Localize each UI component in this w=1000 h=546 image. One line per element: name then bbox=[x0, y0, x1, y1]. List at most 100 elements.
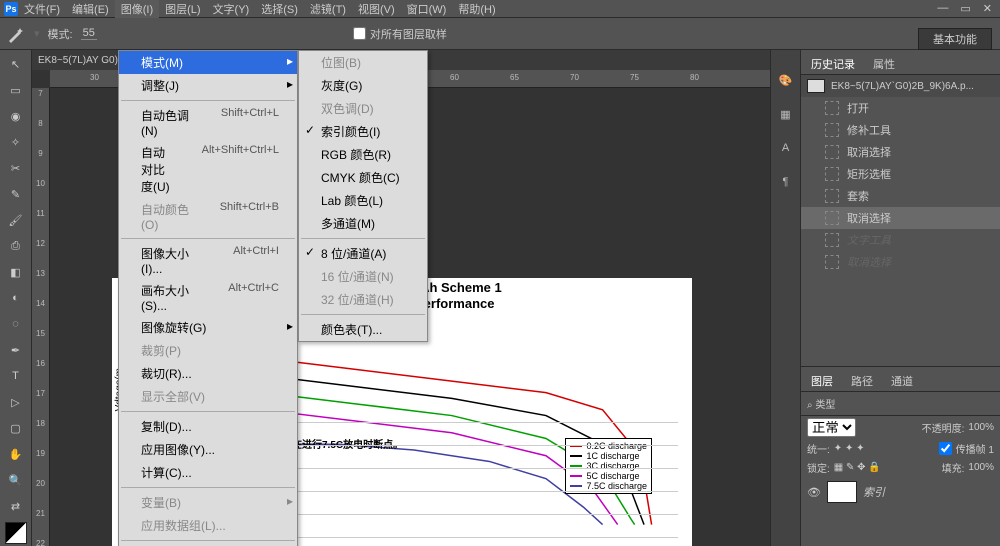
menuitem-auto-contrast[interactable]: 自动对比度(U)Alt+Shift+Ctrl+L bbox=[119, 141, 297, 198]
options-bar: ▾ 模式: 55 对所有图层取样 bbox=[0, 18, 1000, 50]
menuitem-grayscale[interactable]: 灰度(G) bbox=[299, 74, 427, 97]
menuitem-crop: 裁剪(P) bbox=[119, 339, 297, 362]
paragraph-panel-icon[interactable]: ¶ bbox=[776, 172, 796, 192]
menuitem-calculations[interactable]: 计算(C)... bbox=[119, 461, 297, 484]
brush-tool[interactable]: 🖌 bbox=[5, 210, 27, 230]
wand-tool[interactable]: ✧ bbox=[5, 132, 27, 152]
menuitem-duplicate[interactable]: 复制(D)... bbox=[119, 415, 297, 438]
color-panel-icon[interactable]: 🎨 bbox=[776, 70, 796, 90]
hand-tool[interactable]: ✋ bbox=[5, 444, 27, 464]
maximize-icon[interactable]: ▭ bbox=[960, 2, 970, 15]
menuitem-rgb-color[interactable]: RGB 颜色(R) bbox=[299, 143, 427, 166]
tab-properties[interactable]: 属性 bbox=[869, 54, 899, 74]
menuitem-auto-color: 自动颜色(O)Shift+Ctrl+B bbox=[119, 198, 297, 235]
lasso-tool[interactable]: ◉ bbox=[5, 106, 27, 126]
blend-mode-select[interactable]: 正常 bbox=[807, 418, 856, 437]
menu-file[interactable]: 文件(F) bbox=[18, 0, 66, 18]
character-panel-icon[interactable]: A bbox=[776, 138, 796, 158]
tab-history[interactable]: 历史记录 bbox=[807, 54, 859, 74]
menuitem-16bit: 16 位/通道(N) bbox=[299, 265, 427, 288]
zoom-tool[interactable]: 🔍 bbox=[5, 470, 27, 490]
propagate-frame-label: 传播帧 1 bbox=[956, 441, 994, 456]
collapsed-panels-strip: 🎨 ▦ A ¶ bbox=[770, 50, 800, 546]
propagate-frame-checkbox[interactable] bbox=[939, 442, 952, 455]
visibility-eye-icon[interactable]: 👁 bbox=[807, 486, 821, 499]
menuitem-apply-image[interactable]: 应用图像(Y)... bbox=[119, 438, 297, 461]
opacity-value[interactable]: 100% bbox=[968, 422, 994, 433]
menuitem-canvas-size[interactable]: 画布大小(S)...Alt+Ctrl+C bbox=[119, 279, 297, 316]
menuitem-apply-data-sets: 应用数据组(L)... bbox=[119, 514, 297, 537]
foreground-background-colors[interactable] bbox=[5, 522, 27, 544]
history-state[interactable]: 取消选择 bbox=[801, 207, 1000, 229]
menuitem-mode[interactable]: 模式(M) bbox=[119, 51, 297, 74]
tab-channels[interactable]: 通道 bbox=[887, 371, 917, 391]
snapshot-label: EK8~5(7L)AY`G0)2B_9K)6A.p... bbox=[831, 81, 974, 92]
menuitem-cmyk-color[interactable]: CMYK 颜色(C) bbox=[299, 166, 427, 189]
ruler-vertical[interactable]: 789101112131415161718192021222324 bbox=[32, 88, 50, 546]
pen-tool[interactable]: ✒ bbox=[5, 340, 27, 360]
eraser-tool[interactable]: ◧ bbox=[5, 262, 27, 282]
layer-item[interactable]: 👁 索引 bbox=[801, 477, 1000, 507]
history-snapshot[interactable]: EK8~5(7L)AY`G0)2B_9K)6A.p... bbox=[801, 75, 1000, 97]
shape-tool[interactable]: ▢ bbox=[5, 418, 27, 438]
tab-layers[interactable]: 图层 bbox=[807, 371, 837, 391]
crop-tool[interactable]: ✂ bbox=[5, 158, 27, 178]
layers-panel: 图层 路径 通道 ⌕ 类型 正常 不透明度: 100% 统一: ✦ ✦ ✦ 传播… bbox=[801, 366, 1000, 546]
minimize-icon[interactable]: — bbox=[937, 2, 948, 15]
menuitem-8bit[interactable]: 8 位/通道(A) bbox=[299, 242, 427, 265]
marquee-tool[interactable]: ▭ bbox=[5, 80, 27, 100]
menu-image[interactable]: 图像(I) bbox=[115, 0, 159, 18]
menuitem-image-size[interactable]: 图像大小(I)...Alt+Ctrl+I bbox=[119, 242, 297, 279]
close-icon[interactable]: ✕ bbox=[983, 2, 992, 15]
history-state-icon bbox=[825, 211, 839, 225]
eyedropper-tool[interactable]: ✎ bbox=[5, 184, 27, 204]
menu-filter[interactable]: 滤镜(T) bbox=[304, 0, 352, 18]
history-state[interactable]: 取消选择 bbox=[801, 251, 1000, 273]
layer-filter-label: ⌕ 类型 bbox=[807, 396, 835, 411]
swatches-panel-icon[interactable]: ▦ bbox=[776, 104, 796, 124]
swap-colors-icon[interactable]: ⇄ bbox=[5, 496, 27, 516]
right-panels: 历史记录 属性 EK8~5(7L)AY`G0)2B_9K)6A.p... 打开修… bbox=[800, 50, 1000, 546]
menuitem-trim[interactable]: 裁切(R)... bbox=[119, 362, 297, 385]
sample-all-layers-label: 对所有图层取样 bbox=[370, 26, 447, 42]
menuitem-image-rotation[interactable]: 图像旋转(G) bbox=[119, 316, 297, 339]
menuitem-duotone: 双色调(D) bbox=[299, 97, 427, 120]
submenu-mode: 位图(B) 灰度(G) 双色调(D) 索引颜色(I) RGB 颜色(R) CMY… bbox=[298, 50, 428, 342]
menu-help[interactable]: 帮助(H) bbox=[452, 0, 501, 18]
gradient-tool[interactable]: ◐ bbox=[5, 288, 27, 308]
history-panel-tabs: 历史记录 属性 bbox=[801, 50, 1000, 75]
history-state[interactable]: 打开 bbox=[801, 97, 1000, 119]
path-tool[interactable]: ▷ bbox=[5, 392, 27, 412]
menuitem-auto-tone[interactable]: 自动色调(N)Shift+Ctrl+L bbox=[119, 104, 297, 141]
menuitem-lab-color[interactable]: Lab 颜色(L) bbox=[299, 189, 427, 212]
menuitem-color-table[interactable]: 颜色表(T)... bbox=[299, 318, 427, 341]
history-state[interactable]: 修补工具 bbox=[801, 119, 1000, 141]
menu-select[interactable]: 选择(S) bbox=[255, 0, 304, 18]
history-state[interactable]: 取消选择 bbox=[801, 141, 1000, 163]
menu-view[interactable]: 视图(V) bbox=[352, 0, 401, 18]
move-tool[interactable]: ↖ bbox=[5, 54, 27, 74]
type-tool[interactable]: T bbox=[5, 366, 27, 386]
sample-all-layers-checkbox[interactable]: 对所有图层取样 bbox=[353, 26, 447, 42]
menuitem-multichannel[interactable]: 多通道(M) bbox=[299, 212, 427, 235]
menuitem-adjustments[interactable]: 调整(J) bbox=[119, 74, 297, 97]
workspace-switcher[interactable]: 基本功能 bbox=[918, 28, 992, 50]
history-state-icon bbox=[825, 145, 839, 159]
canvas-area: EK8~5(7L)AY G0)2 3035404550556065707580 … bbox=[32, 50, 770, 546]
history-state[interactable]: 文字工具 bbox=[801, 229, 1000, 251]
menu-layer[interactable]: 图层(L) bbox=[159, 0, 206, 18]
menuitem-indexed-color[interactable]: 索引颜色(I) bbox=[299, 120, 427, 143]
blur-tool[interactable]: ◌ bbox=[5, 314, 27, 334]
menu-edit[interactable]: 编辑(E) bbox=[66, 0, 115, 18]
tolerance-value[interactable]: 55 bbox=[81, 27, 97, 40]
titlebar: Ps 文件(F) 编辑(E) 图像(I) 图层(L) 文字(Y) 选择(S) 滤… bbox=[0, 0, 1000, 18]
history-state[interactable]: 矩形选框 bbox=[801, 163, 1000, 185]
history-state[interactable]: 套索 bbox=[801, 185, 1000, 207]
menu-window[interactable]: 窗口(W) bbox=[401, 0, 453, 18]
tab-paths[interactable]: 路径 bbox=[847, 371, 877, 391]
stamp-tool[interactable]: ⎙ bbox=[5, 236, 27, 256]
wand-tool-icon bbox=[6, 24, 26, 44]
lock-label: 锁定: bbox=[807, 460, 830, 475]
fill-value[interactable]: 100% bbox=[968, 462, 994, 473]
menu-type[interactable]: 文字(Y) bbox=[207, 0, 256, 18]
